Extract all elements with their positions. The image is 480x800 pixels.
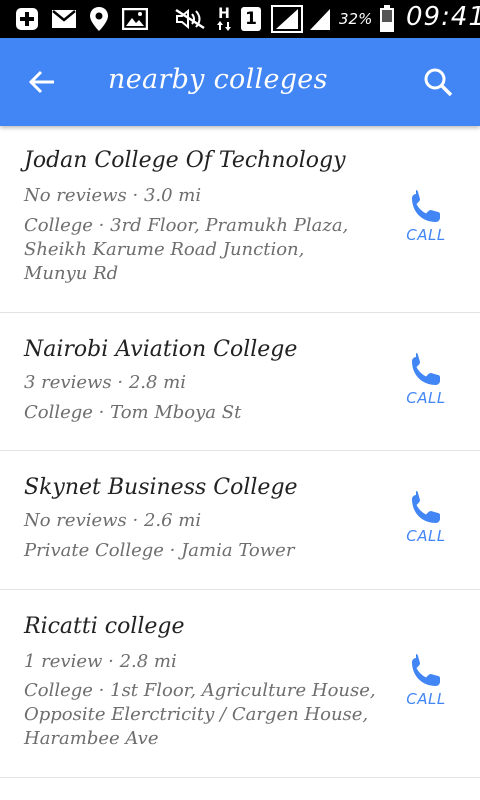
- battery-percent: 32%: [339, 10, 373, 28]
- location-icon: [87, 6, 111, 32]
- list-item[interactable]: Nairobi Aviation College 3 reviews · 2.8…: [0, 313, 480, 451]
- list-item[interactable]: Skynet Business College No reviews · 2.6…: [0, 451, 480, 590]
- place-address-line: College · 1st Floor, Agriculture House,: [24, 680, 376, 701]
- place-meta: No reviews · 3.0 mi: [24, 185, 202, 206]
- sim-badge: 1: [240, 6, 262, 32]
- place-address-line: College · 3rd Floor, Pramukh Plaza,: [24, 215, 349, 236]
- list-item[interactable]: Jodan College Of Technology No reviews ·…: [0, 126, 480, 313]
- call-button[interactable]: CALL: [396, 351, 456, 421]
- place-address-line: Sheikh Karume Road Junction,: [24, 239, 305, 260]
- place-address-line: Munyu Rd: [24, 263, 119, 284]
- place-name: Nairobi Aviation College: [24, 337, 298, 362]
- phone-icon: [412, 654, 440, 686]
- place-address-line: Opposite Elerctricity / Cargen House,: [24, 704, 369, 725]
- mute-icon: [173, 6, 207, 32]
- battery-icon: [378, 5, 396, 33]
- search-icon: [424, 68, 453, 97]
- back-button[interactable]: [22, 64, 62, 100]
- place-meta: 3 reviews · 2.8 mi: [24, 372, 186, 393]
- place-name: Jodan College Of Technology: [24, 148, 346, 173]
- place-meta: 1 review · 2.8 mi: [24, 651, 177, 672]
- call-label: CALL: [406, 389, 446, 407]
- call-button[interactable]: CALL: [396, 489, 456, 559]
- place-address-line: College · Tom Mboya St: [24, 402, 242, 423]
- status-bar: H 1 32% 09:41: [0, 0, 480, 38]
- search-button[interactable]: [418, 64, 458, 100]
- phone-icon: [412, 190, 440, 222]
- call-button[interactable]: CALL: [396, 188, 456, 258]
- mail-icon: [50, 6, 78, 32]
- place-name: Ricatti college: [24, 614, 185, 639]
- clock-time: 09:41: [406, 2, 480, 32]
- call-label: CALL: [406, 527, 446, 545]
- call-button[interactable]: CALL: [396, 652, 456, 722]
- phone-icon: [412, 353, 440, 385]
- arrow-back-icon: [28, 70, 54, 94]
- place-address-line: Private College · Jamia Tower: [24, 540, 295, 561]
- call-label: CALL: [406, 690, 446, 708]
- place-address-line: Harambee Ave: [24, 728, 159, 749]
- image-icon: [121, 6, 149, 32]
- place-meta: No reviews · 2.6 mi: [24, 510, 202, 531]
- phone-icon: [412, 491, 440, 523]
- call-label: CALL: [406, 226, 446, 244]
- plus-icon: [14, 6, 40, 32]
- signal-icon: [270, 5, 304, 33]
- page-title: nearby colleges: [108, 64, 328, 95]
- network-letter: H: [218, 6, 230, 22]
- h-network-icon: H: [214, 6, 234, 32]
- app-bar: nearby colleges: [0, 38, 480, 126]
- place-name: Skynet Business College: [24, 475, 298, 500]
- list-item[interactable]: Ricatti college 1 review · 2.8 mi Colleg…: [0, 590, 480, 778]
- signal-icon-2: [308, 6, 332, 32]
